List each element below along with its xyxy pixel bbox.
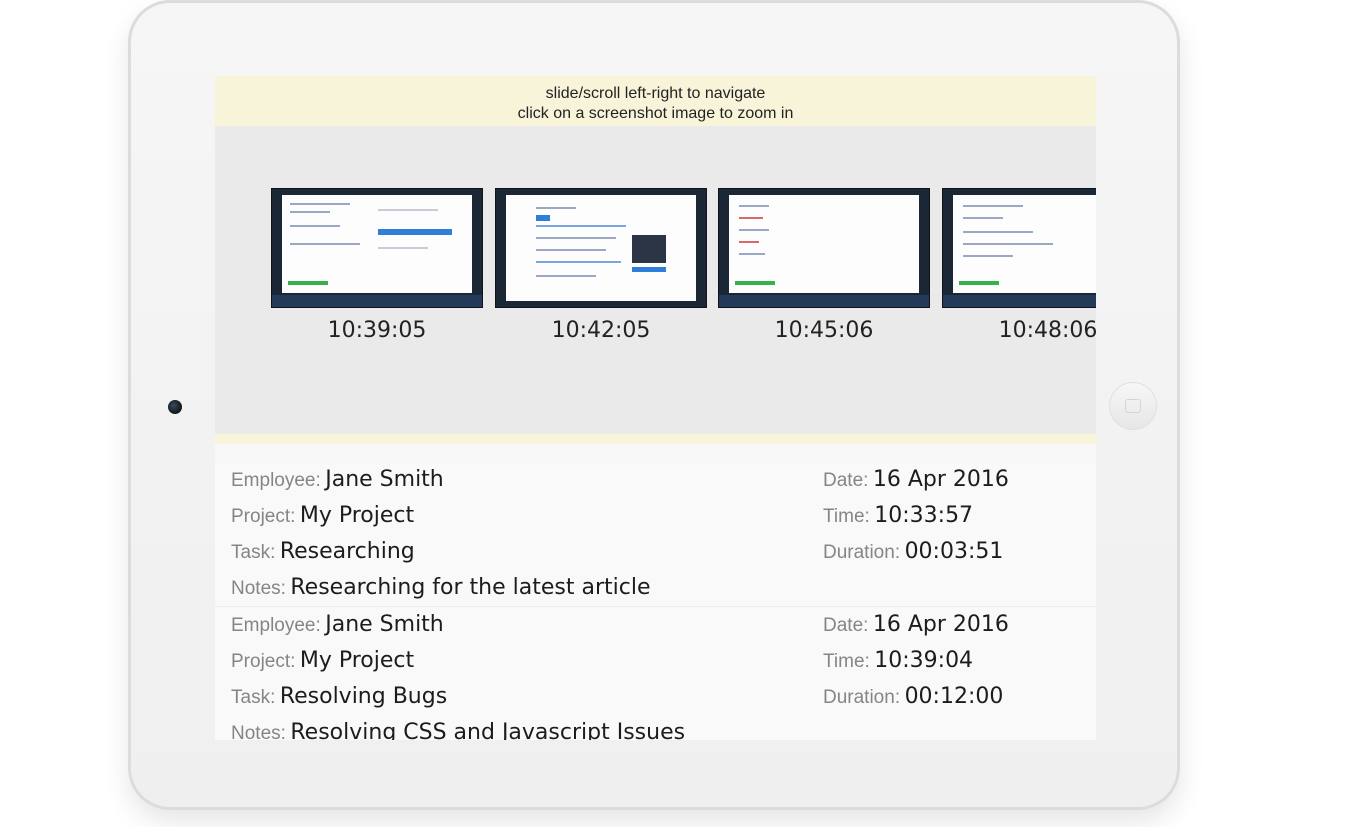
home-square-icon	[1125, 399, 1141, 413]
task-label: Task:	[231, 542, 276, 563]
screenshot-thumbnail[interactable]: 10:45:06	[718, 188, 930, 343]
duration-value: 00:12:00	[904, 684, 1004, 709]
hint-line-zoom: click on a screenshot image to zoom in	[517, 105, 794, 122]
screenshot-window	[729, 195, 919, 293]
screenshot-image[interactable]	[718, 188, 930, 308]
notes-label: Notes:	[231, 578, 286, 599]
time-label: Time:	[823, 506, 870, 527]
duration-row: Duration: 00:12:00	[823, 679, 1003, 715]
task-label: Task:	[231, 687, 276, 708]
date-value: 16 Apr 2016	[872, 612, 1009, 637]
screenshot-window	[953, 195, 1096, 293]
screenshot-thumbnail[interactable]: 10:39:05	[271, 188, 483, 343]
project-row: Project: My Project	[231, 643, 414, 679]
employee-label: Employee:	[231, 615, 321, 636]
activity-record[interactable]: Employee: Jane Smith Project: My Project…	[215, 462, 1096, 607]
screenshot-window	[282, 195, 472, 293]
time-value: 10:39:04	[874, 648, 974, 673]
task-row: Task: Researching	[231, 534, 415, 570]
date-label: Date:	[823, 615, 869, 636]
task-value: Researching	[279, 539, 415, 564]
date-row: Date: 16 Apr 2016	[823, 462, 1009, 498]
home-button[interactable]	[1109, 382, 1157, 430]
hint-line-navigate: slide/scroll left-right to navigate	[545, 85, 766, 102]
screenshot-image[interactable]	[495, 188, 707, 308]
screenshot-time: 10:39:05	[327, 318, 427, 343]
screenshot-gallery[interactable]: 10:39:05 10:42:05 10:45:06 10:48:06	[215, 126, 1096, 444]
progress-strip	[959, 281, 999, 285]
duration-label: Duration:	[823, 687, 901, 708]
notes-row: Notes: Researching for the latest articl…	[231, 570, 651, 606]
activity-record[interactable]: Employee: Jane Smith Project: My Project…	[215, 607, 1096, 740]
project-label: Project:	[231, 651, 296, 672]
time-value: 10:33:57	[874, 503, 974, 528]
task-row: Task: Resolving Bugs	[231, 679, 447, 715]
notes-value: Researching for the latest article	[290, 575, 651, 600]
screenshot-time: 10:48:06	[998, 318, 1096, 343]
taskbar	[719, 295, 929, 307]
screenshot-time: 10:42:05	[551, 318, 651, 343]
notes-value: Resolving CSS and Javascript Issues	[290, 720, 686, 740]
screenshot-time: 10:45:06	[774, 318, 874, 343]
project-row: Project: My Project	[231, 498, 414, 534]
date-value: 16 Apr 2016	[872, 467, 1009, 492]
employee-row: Employee: Jane Smith	[231, 462, 444, 498]
notes-row: Notes: Resolving CSS and Javascript Issu…	[231, 715, 685, 740]
date-row: Date: 16 Apr 2016	[823, 607, 1009, 643]
time-row: Time: 10:33:57	[823, 498, 973, 534]
screenshot-image[interactable]	[942, 188, 1096, 308]
progress-strip	[735, 281, 775, 285]
progress-strip	[288, 281, 328, 285]
employee-value: Jane Smith	[325, 612, 444, 637]
date-label: Date:	[823, 470, 869, 491]
screenshot-window	[506, 195, 696, 301]
time-label: Time:	[823, 651, 870, 672]
project-value: My Project	[299, 503, 415, 528]
taskbar	[943, 295, 1096, 307]
employee-row: Employee: Jane Smith	[231, 607, 444, 643]
camera-icon	[168, 400, 182, 414]
task-value: Resolving Bugs	[279, 684, 448, 709]
time-row: Time: 10:39:04	[823, 643, 973, 679]
employee-label: Employee:	[231, 470, 321, 491]
navigation-hint-bar: slide/scroll left-right to navigate clic…	[215, 76, 1096, 126]
taskbar	[272, 295, 482, 307]
duration-value: 00:03:51	[904, 539, 1004, 564]
screenshot-thumbnail[interactable]: 10:42:05	[495, 188, 707, 343]
project-value: My Project	[299, 648, 415, 673]
notes-label: Notes:	[231, 723, 286, 740]
duration-label: Duration:	[823, 542, 901, 563]
duration-row: Duration: 00:03:51	[823, 534, 1003, 570]
screen: slide/scroll left-right to navigate clic…	[215, 76, 1096, 740]
project-label: Project:	[231, 506, 296, 527]
screenshot-thumbnail[interactable]: 10:48:06	[942, 188, 1096, 343]
employee-value: Jane Smith	[325, 467, 444, 492]
screenshot-image[interactable]	[271, 188, 483, 308]
